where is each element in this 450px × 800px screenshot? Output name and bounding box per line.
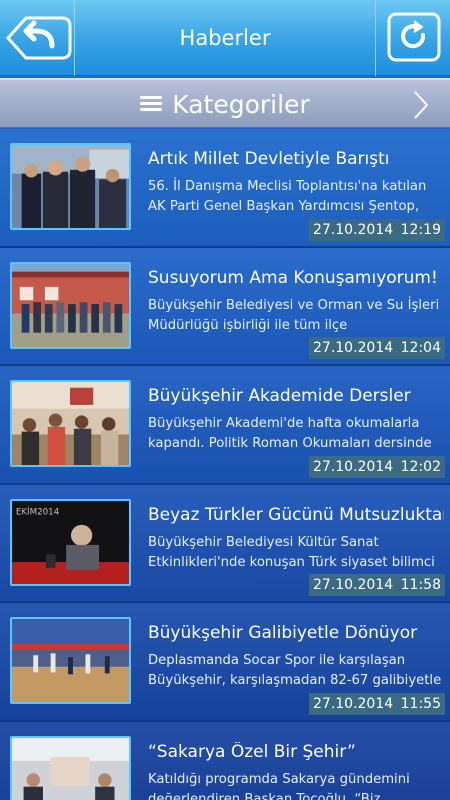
news-item[interactable]: Büyükşehir Galibiyetle Dönüyor Deplasman… [0,603,450,722]
news-item[interactable]: Büyükşehir Akademide Dersler Büyükşehir … [0,366,450,485]
chevron-right-icon[interactable] [412,90,430,120]
news-datetime: 27.10.2014 11:55 [309,692,445,715]
category-label: Kategoriler [172,89,310,119]
news-title: Beyaz Türkler Gücünü Mutsuzluktan [148,504,444,525]
news-summary: Büyükşehir Akademi'de hafta okumalarla k… [148,416,432,451]
news-datetime: 27.10.2014 12:02 [309,455,445,478]
thumbnail-caption: EKİM2014 [16,506,59,517]
category-bar[interactable]: Kategoriler [0,78,450,128]
news-title: Büyükşehir Akademide Dersler [148,386,411,406]
news-thumbnail [10,617,131,704]
back-button[interactable] [0,0,75,76]
news-time: 11:58 [400,577,441,593]
news-title: “Sakarya Özel Bir Şehir” [148,741,356,762]
back-arrow-icon [5,16,72,60]
news-date: 27.10.2014 [313,577,394,593]
news-date: 27.10.2014 [313,695,394,712]
hamburger-menu-icon [140,96,163,112]
news-date: 27.10.2014 [313,340,394,356]
news-item[interactable]: Susuyorum Ama Konuşamıyorum! Büyükşehir … [0,247,450,366]
news-thumbnail [10,143,131,230]
refresh-button[interactable] [375,0,450,76]
news-summary: Büyükşehir Belediyesi Kültür Sanat Etkin… [148,534,435,570]
news-time: 12:19 [400,221,441,238]
news-datetime: 27.10.2014 11:58 [309,574,445,596]
news-summary: Katıldığı programda Sakarya gündemini de… [148,771,410,800]
news-time: 11:55 [400,695,441,712]
news-thumbnail [10,380,131,467]
news-title: Artık Millet Devletiyle Barıştı [148,149,390,169]
news-thumbnail [10,735,131,800]
news-item[interactable]: Artık Millet Devletiyle Barıştı 56. İl D… [0,129,450,248]
news-date: 27.10.2014 [313,221,394,238]
refresh-icon [387,12,441,62]
news-time: 12:04 [400,340,441,356]
news-list: Artık Millet Devletiyle Barıştı 56. İl D… [0,129,450,800]
news-title: Susuyorum Ama Konuşamıyorum! [148,267,438,288]
news-item[interactable]: EKİM2014 Beyaz Türkler Gücünü Mutsuzlukt… [0,484,450,603]
news-summary: 56. İl Danışma Meclisi Toplantısı'na kat… [148,179,427,214]
news-thumbnail [10,261,131,349]
news-datetime: 27.10.2014 12:19 [309,218,445,241]
news-time: 12:02 [400,458,441,475]
news-summary: Büyükşehir Belediyesi ve Orman ve Su İşl… [148,297,440,333]
news-title: Büyükşehir Galibiyetle Dönüyor [148,623,418,643]
news-item[interactable]: “Sakarya Özel Bir Şehir” Katıldığı progr… [0,721,450,800]
news-date: 27.10.2014 [313,458,394,475]
news-thumbnail: EKİM2014 [10,498,131,586]
news-datetime: 27.10.2014 12:04 [309,337,445,359]
top-bar: Haberler [0,0,450,76]
page-title: Haberler [179,26,271,50]
news-summary: Deplasmanda Socar Spor ile karşılaşan Bü… [148,653,442,688]
